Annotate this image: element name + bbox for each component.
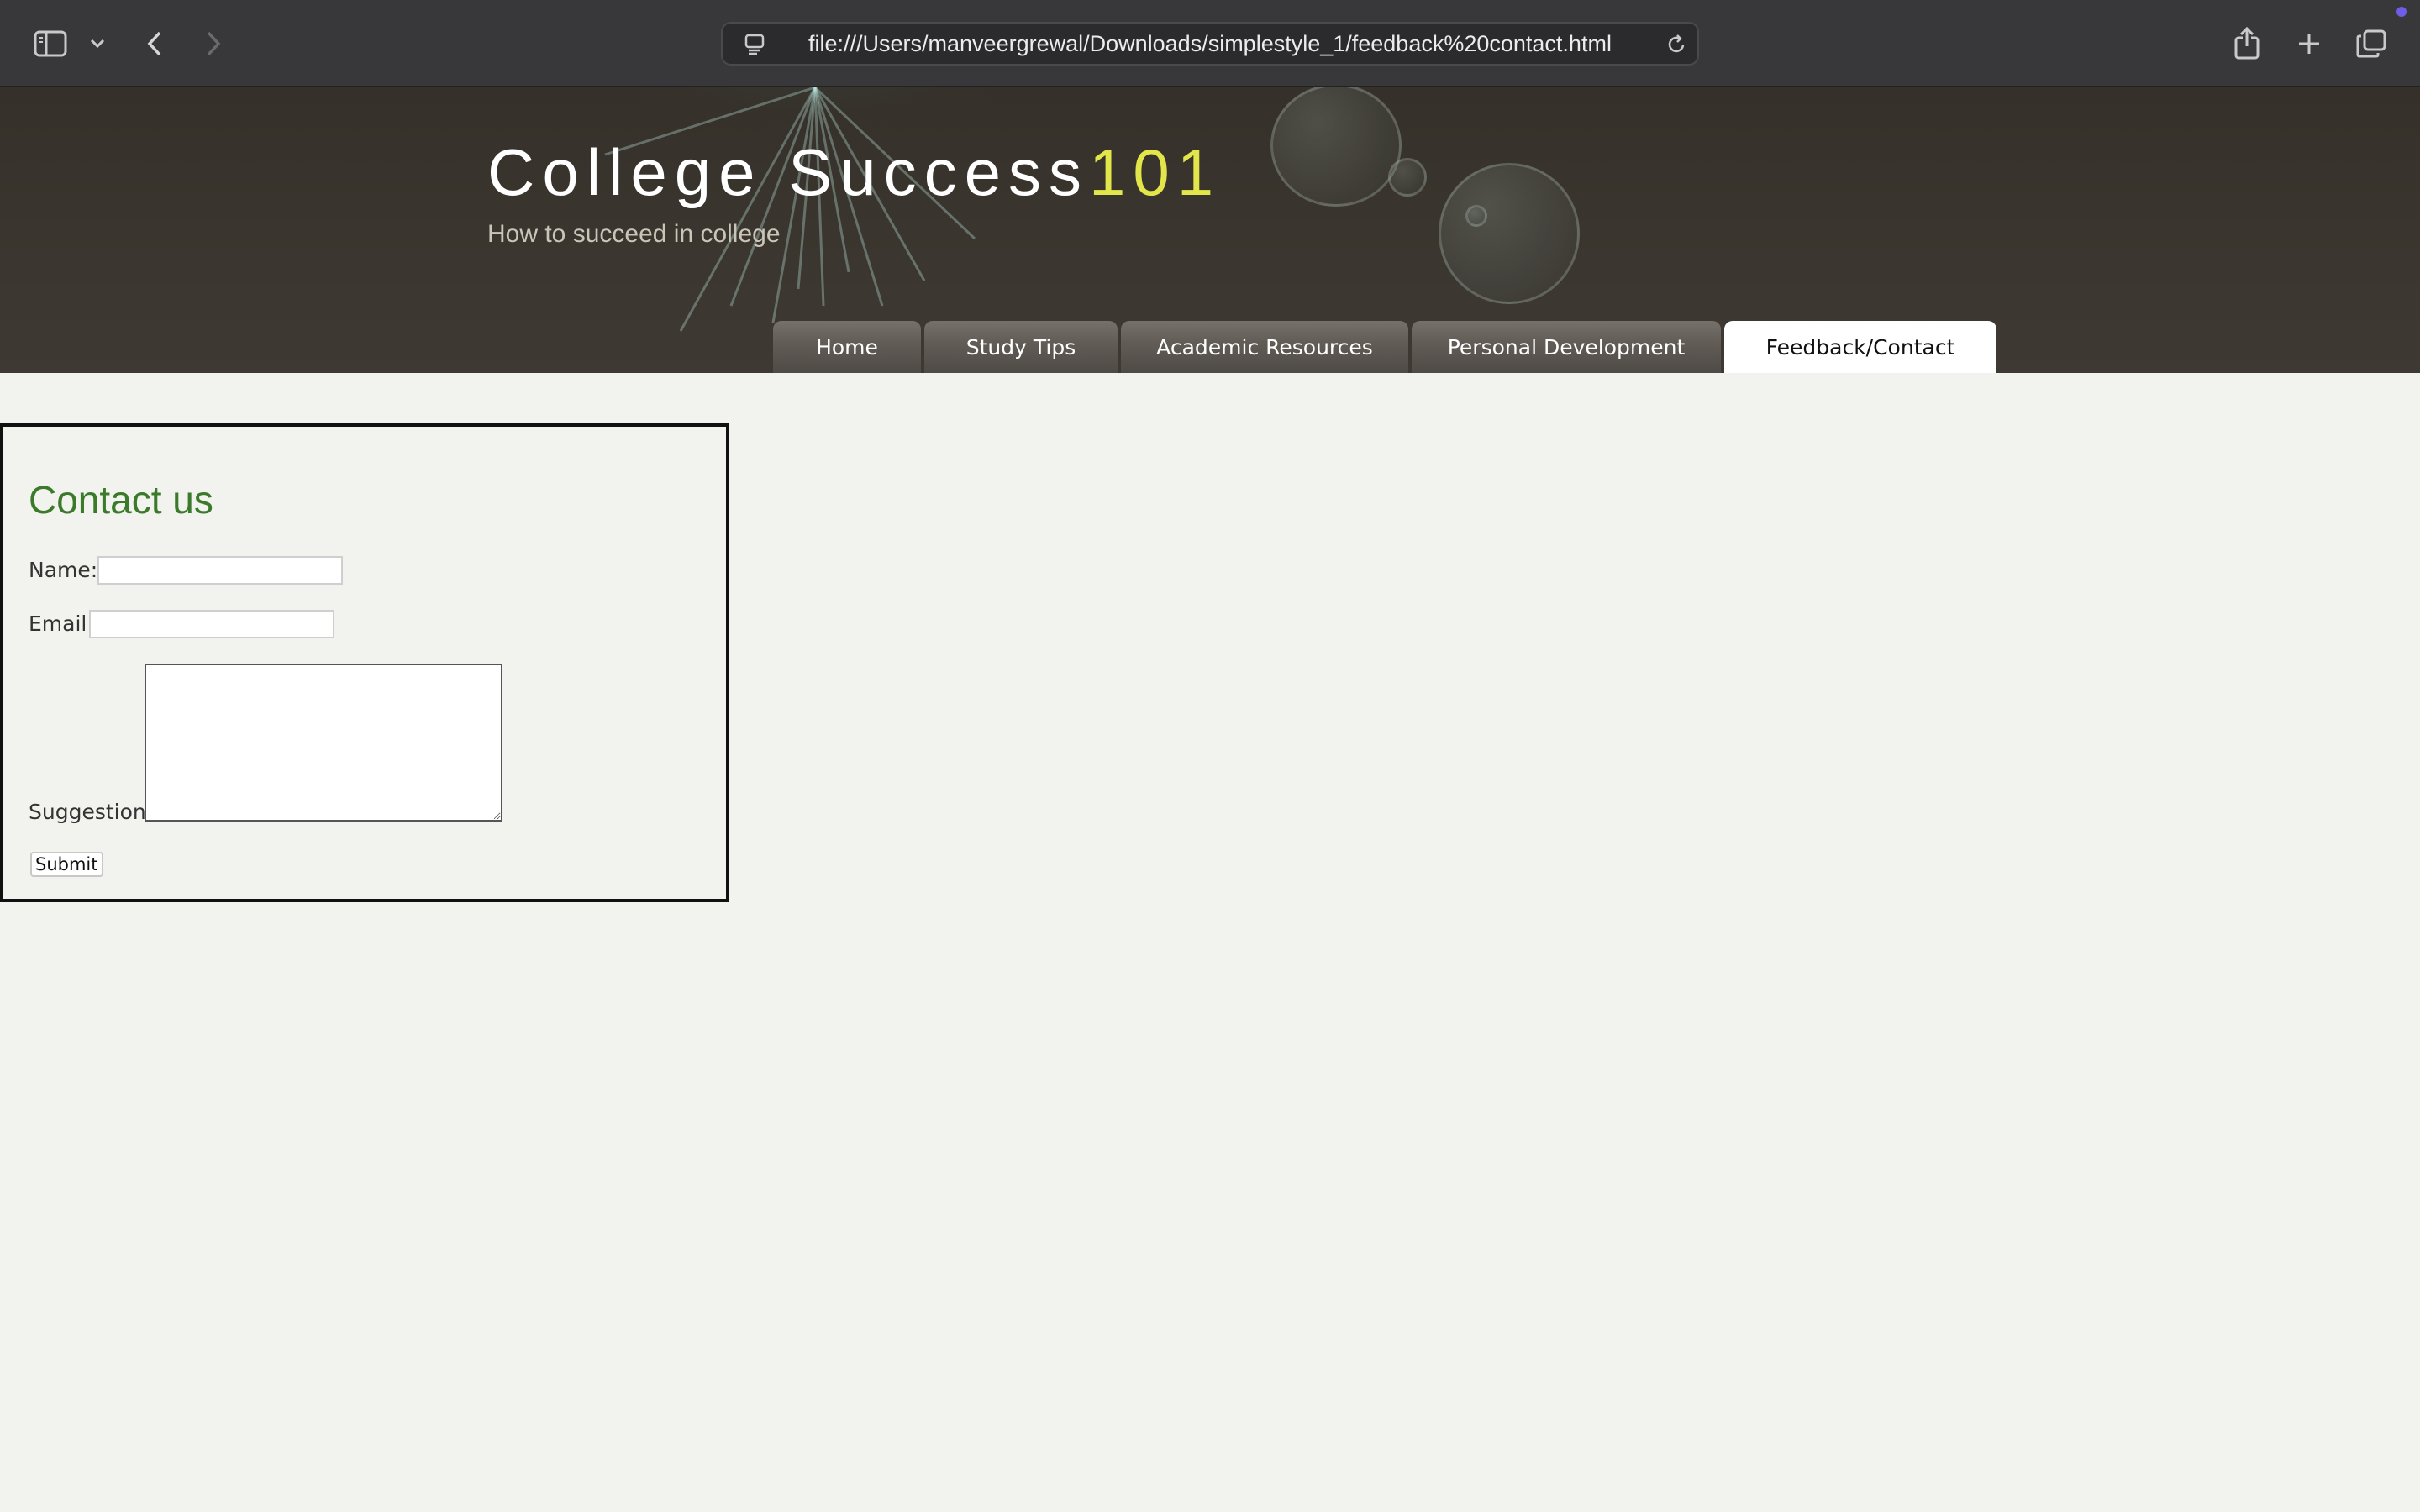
url-text: file:///Users/manveergrewal/Downloads/si… [808, 31, 1612, 56]
contact-title: Contact us [29, 478, 213, 522]
tab-overview-button[interactable] [2353, 25, 2390, 62]
page-menu-icon[interactable] [743, 32, 768, 57]
forward-button[interactable] [198, 25, 229, 62]
tab-overview-icon [2356, 29, 2386, 58]
nav-home-label: Home [816, 334, 878, 360]
nav-academic-resources-label: Academic Resources [1156, 334, 1373, 360]
suggestion-label: Suggestion: [29, 800, 154, 824]
new-tab-button[interactable] [2291, 25, 2328, 62]
nav-feedback-contact[interactable]: Feedback/Contact [1724, 321, 1996, 373]
plus-icon [2296, 31, 2322, 56]
nav-personal-development[interactable]: Personal Development [1412, 321, 1721, 373]
chevron-right-icon [205, 30, 222, 57]
nav-home[interactable]: Home [773, 321, 921, 373]
reload-icon[interactable] [1664, 32, 1689, 57]
sidebar-menu-button[interactable] [87, 30, 108, 57]
suggestion-textarea[interactable] [145, 664, 502, 822]
chevron-down-icon [90, 39, 105, 49]
nav-study-tips[interactable]: Study Tips [924, 321, 1118, 373]
header-bubble [1270, 87, 1402, 207]
site-title: College Success101 [487, 134, 1221, 211]
site-subtitle: How to succeed in college [487, 220, 781, 248]
submit-button[interactable]: Submit [30, 852, 103, 877]
header-bubble [1388, 158, 1427, 197]
nav-study-tips-label: Study Tips [965, 334, 1076, 360]
share-button[interactable] [2228, 22, 2265, 64]
nav-personal-development-label: Personal Development [1447, 334, 1686, 360]
share-icon [2233, 26, 2261, 60]
nav-academic-resources[interactable]: Academic Resources [1121, 321, 1408, 373]
site-title-main: College Success [487, 135, 1089, 209]
email-label: Email [29, 612, 87, 636]
sidebar-toggle-button[interactable] [30, 25, 71, 62]
email-input[interactable] [89, 610, 334, 638]
header-bubble [1465, 205, 1487, 227]
header-bubble [1439, 163, 1580, 304]
site-title-accent: 101 [1088, 135, 1222, 209]
name-label: Name: [29, 558, 98, 582]
nav-feedback-contact-label: Feedback/Contact [1765, 334, 1955, 360]
chevron-left-icon [146, 30, 163, 57]
sidebar-icon [34, 30, 67, 57]
status-dot [2396, 7, 2407, 17]
contact-form: Contact us Name: Email Suggestion: Submi… [0, 423, 729, 902]
browser-toolbar: file:///Users/manveergrewal/Downloads/si… [0, 0, 2420, 87]
back-button[interactable] [139, 25, 170, 62]
address-bar[interactable]: file:///Users/manveergrewal/Downloads/si… [721, 22, 1699, 66]
name-input[interactable] [97, 556, 343, 585]
